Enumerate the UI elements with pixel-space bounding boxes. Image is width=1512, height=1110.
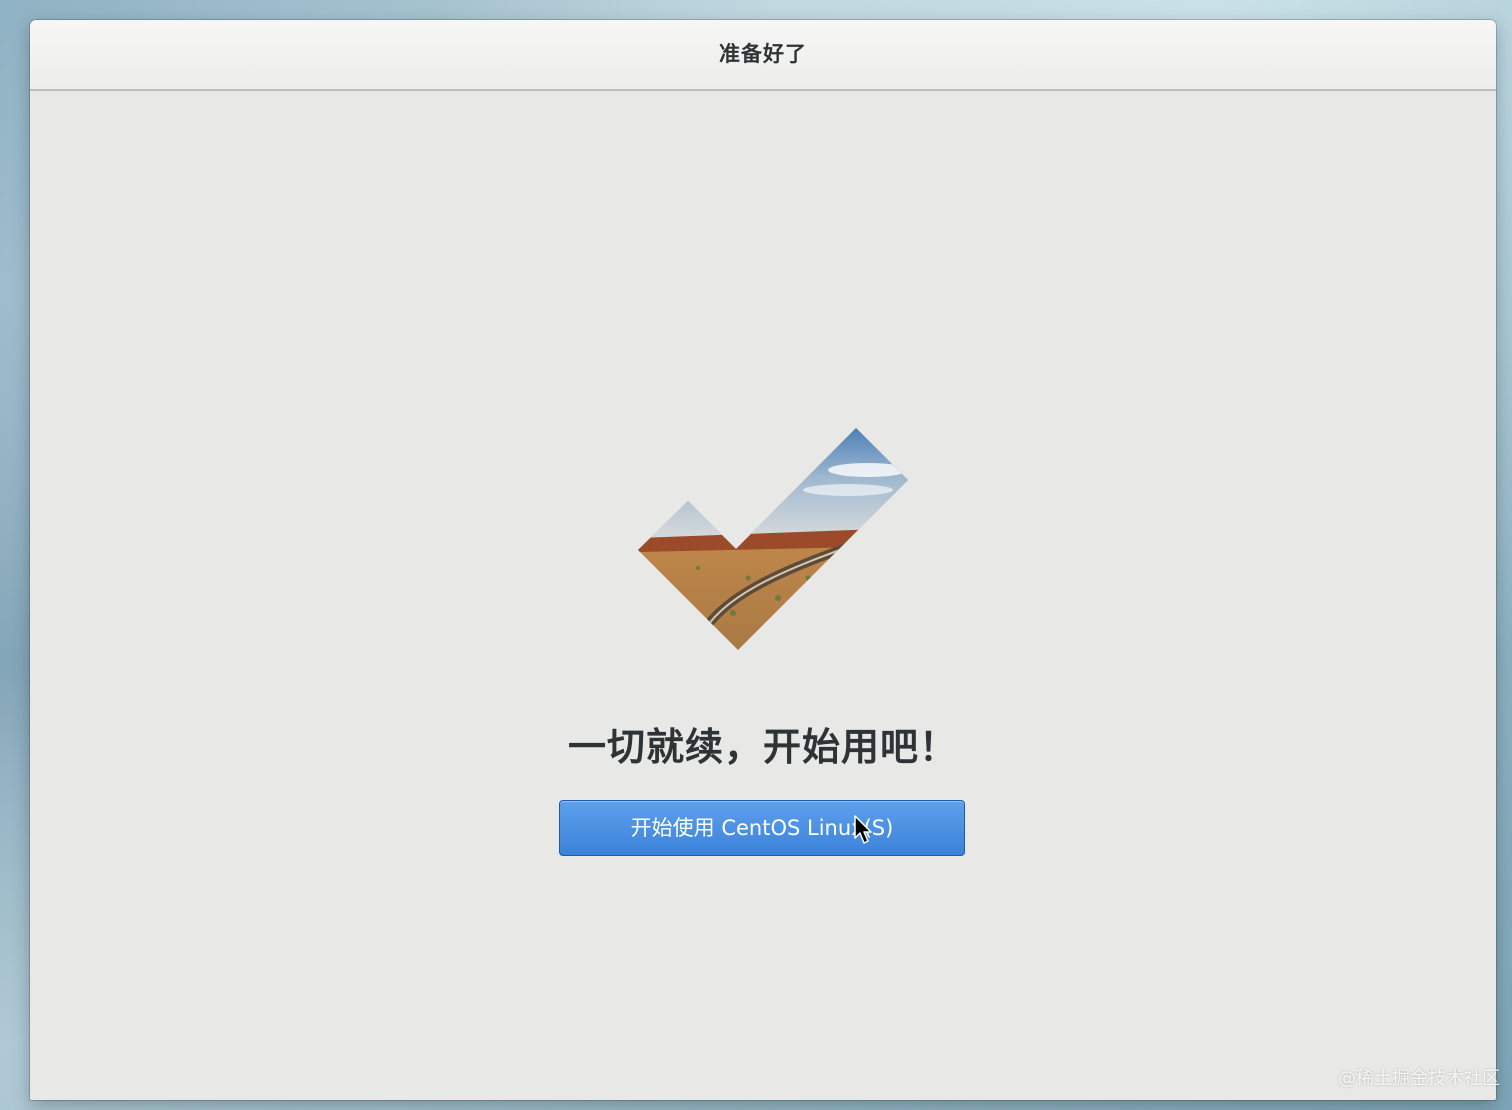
start-using-button[interactable]: 开始使用 CentOS Linux(S) bbox=[559, 800, 965, 856]
title-bar: 准备好了 bbox=[30, 20, 1496, 91]
initial-setup-window: 准备好了 一切就续，开始用吧！ 开始使用 CentOS Linux(S) bbox=[30, 20, 1496, 1100]
ready-headline: 一切就续，开始用吧！ bbox=[567, 725, 958, 769]
checkmark-icon bbox=[638, 428, 908, 650]
mouse-cursor-icon bbox=[854, 815, 872, 844]
watermark: @稀土掘金技术社区 bbox=[1338, 1068, 1500, 1089]
window-title: 准备好了 bbox=[719, 42, 807, 66]
